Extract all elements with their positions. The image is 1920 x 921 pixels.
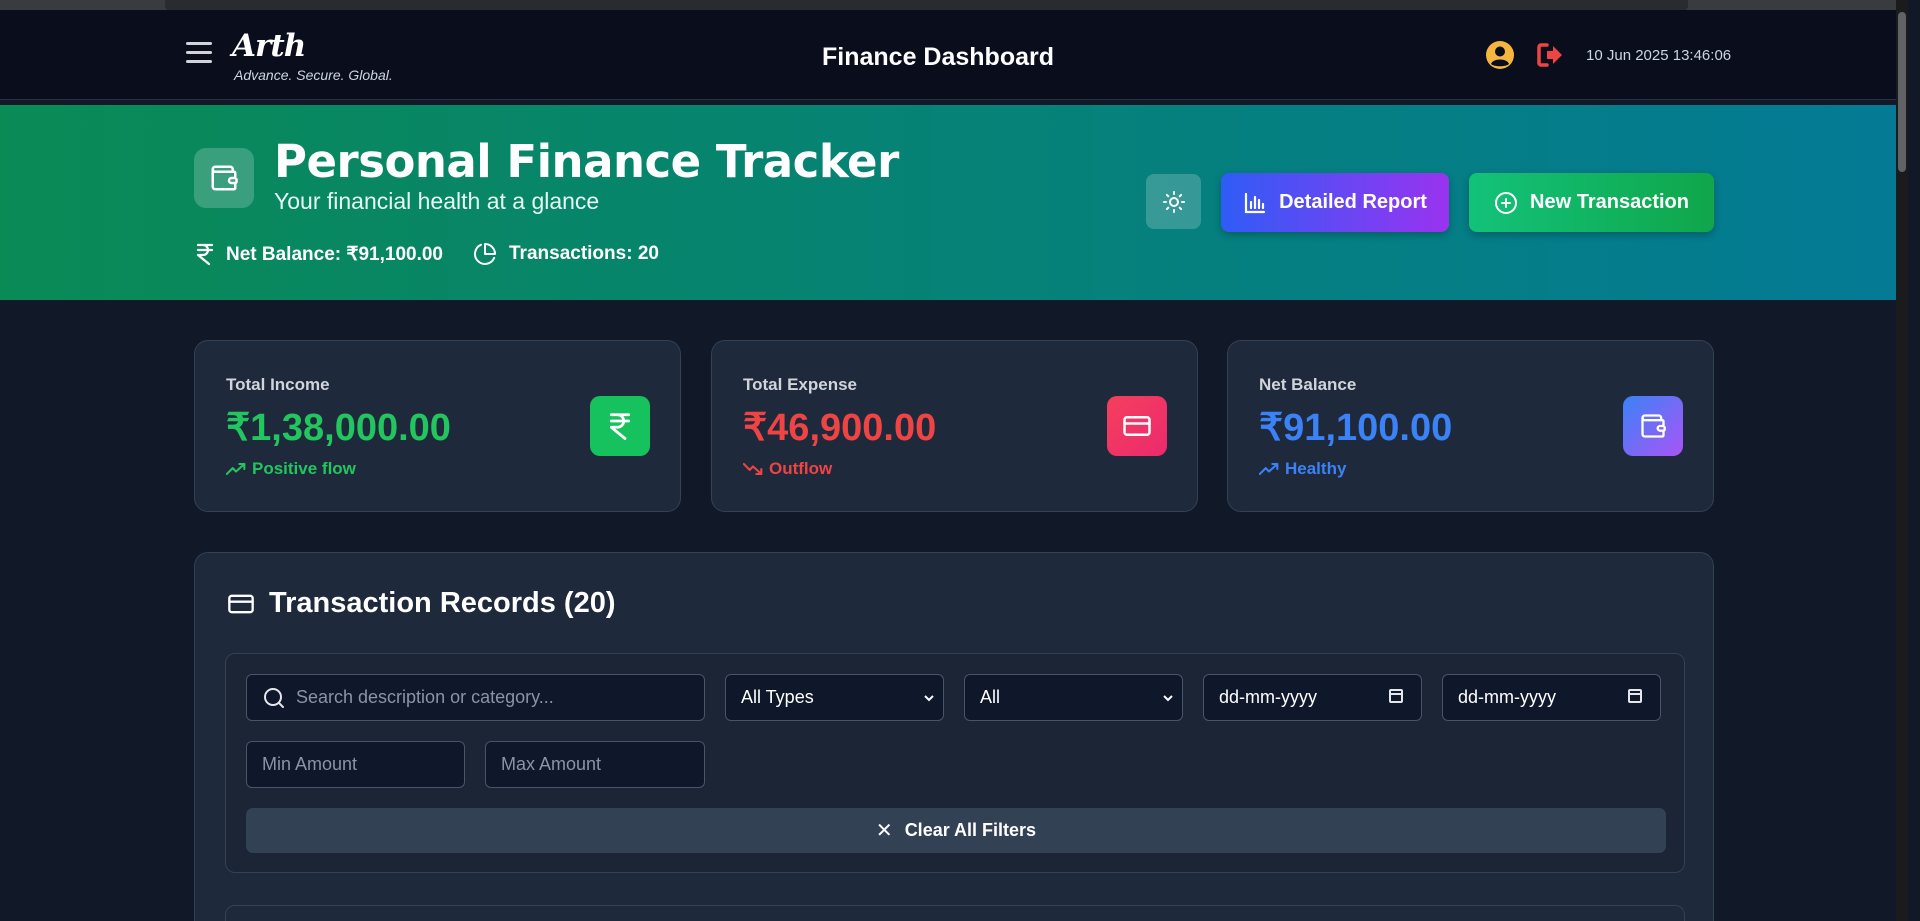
sun-icon [1162, 190, 1185, 213]
net-balance-text: Net Balance: ₹91,100.00 [226, 243, 443, 265]
scrollbar-thumb[interactable] [1898, 12, 1906, 172]
search-icon [264, 687, 284, 708]
card-label: Total Expense [743, 375, 857, 394]
rupee-icon [590, 396, 650, 456]
detailed-report-button[interactable]: Detailed Report [1221, 173, 1449, 232]
card-trend: Positive flow [226, 459, 356, 479]
records-title: Transaction Records (20) [269, 587, 616, 619]
card-trend-text: Positive flow [252, 459, 356, 478]
close-icon: ✕ [875, 820, 893, 842]
card-trend-text: Healthy [1285, 459, 1347, 478]
logout-icon[interactable] [1535, 40, 1565, 70]
hero-subtitle: Your financial health at a glance [274, 188, 600, 214]
new-transaction-button[interactable]: New Transaction [1469, 173, 1714, 232]
max-amount-field[interactable] [485, 741, 705, 788]
records-header: Transaction Records (20) [227, 587, 616, 620]
total-expense-card: Total Expense ₹46,900.00 Outflow [711, 340, 1198, 512]
card-trend-text: Outflow [769, 459, 833, 478]
calendar-icon[interactable] [1389, 689, 1403, 703]
type-select-value: All Types [741, 687, 814, 707]
max-amount-input[interactable] [501, 754, 689, 775]
transaction-records-panel: Transaction Records (20) All Types All d… [194, 552, 1714, 921]
search-field[interactable] [246, 674, 705, 721]
total-income-card: Total Income ₹1,38,000.00 Positive flow [194, 340, 681, 512]
category-select-value: All [980, 687, 1001, 707]
current-datetime: 10 Jun 2025 13:46:06 [1586, 47, 1732, 64]
card-label: Total Income [226, 375, 330, 394]
trending-up-icon [226, 462, 246, 476]
min-amount-field[interactable] [246, 741, 465, 788]
app-window: Arth Advance. Secure. Global. Finance Da… [0, 0, 1908, 921]
new-transaction-label: New Transaction [1530, 191, 1689, 213]
top-header: Arth Advance. Secure. Global. Finance Da… [0, 10, 1908, 100]
records-table-container [225, 905, 1685, 921]
filters-box: All Types All dd-mm-yyyy dd-mm-yyyy [225, 653, 1685, 873]
wallet-icon [1623, 396, 1683, 456]
chevron-down-icon [1163, 695, 1173, 702]
rupee-icon [196, 243, 214, 266]
net-balance-stat: Net Balance: ₹91,100.00 [196, 242, 443, 266]
wallet-icon [194, 148, 254, 208]
hero-title: Personal Finance Tracker [274, 135, 899, 188]
search-input[interactable] [296, 687, 689, 708]
credit-card-icon [228, 594, 254, 613]
date-from-value: dd-mm-yyyy [1219, 687, 1317, 707]
page-scrollbar[interactable] [1896, 0, 1908, 921]
date-to-value: dd-mm-yyyy [1458, 687, 1556, 707]
min-amount-input[interactable] [262, 754, 449, 775]
hero-stats: Net Balance: ₹91,100.00 Transactions: 20 [196, 242, 689, 266]
transactions-stat: Transactions: 20 [473, 242, 659, 266]
trending-up-icon [1259, 462, 1279, 476]
detailed-report-label: Detailed Report [1279, 191, 1427, 213]
card-label: Net Balance [1259, 375, 1357, 394]
net-balance-card: Net Balance ₹91,100.00 Healthy [1227, 340, 1714, 512]
clear-filters-button[interactable]: ✕ Clear All Filters [246, 808, 1666, 853]
calendar-icon[interactable] [1628, 689, 1642, 703]
transactions-text: Transactions: 20 [509, 243, 659, 264]
clear-filters-label: Clear All Filters [904, 820, 1037, 840]
trending-down-icon [743, 462, 763, 476]
card-value: ₹91,100.00 [1259, 407, 1453, 449]
date-from-field[interactable]: dd-mm-yyyy [1203, 674, 1422, 721]
hero-banner: Personal Finance Tracker Your financial … [0, 105, 1908, 300]
bar-chart-icon [1244, 192, 1266, 213]
card-trend: Outflow [743, 459, 832, 479]
theme-toggle-button[interactable] [1146, 174, 1201, 229]
plus-circle-icon [1495, 191, 1518, 214]
user-profile-icon[interactable] [1485, 40, 1515, 70]
credit-card-icon [1107, 396, 1167, 456]
card-trend: Healthy [1259, 459, 1346, 479]
chevron-down-icon [924, 695, 934, 702]
card-value: ₹1,38,000.00 [226, 407, 451, 449]
card-value: ₹46,900.00 [743, 407, 937, 449]
browser-top-edge [0, 0, 1908, 10]
date-to-field[interactable]: dd-mm-yyyy [1442, 674, 1661, 721]
category-select[interactable]: All [964, 674, 1183, 721]
pie-chart-icon [474, 243, 496, 265]
type-select[interactable]: All Types [725, 674, 944, 721]
